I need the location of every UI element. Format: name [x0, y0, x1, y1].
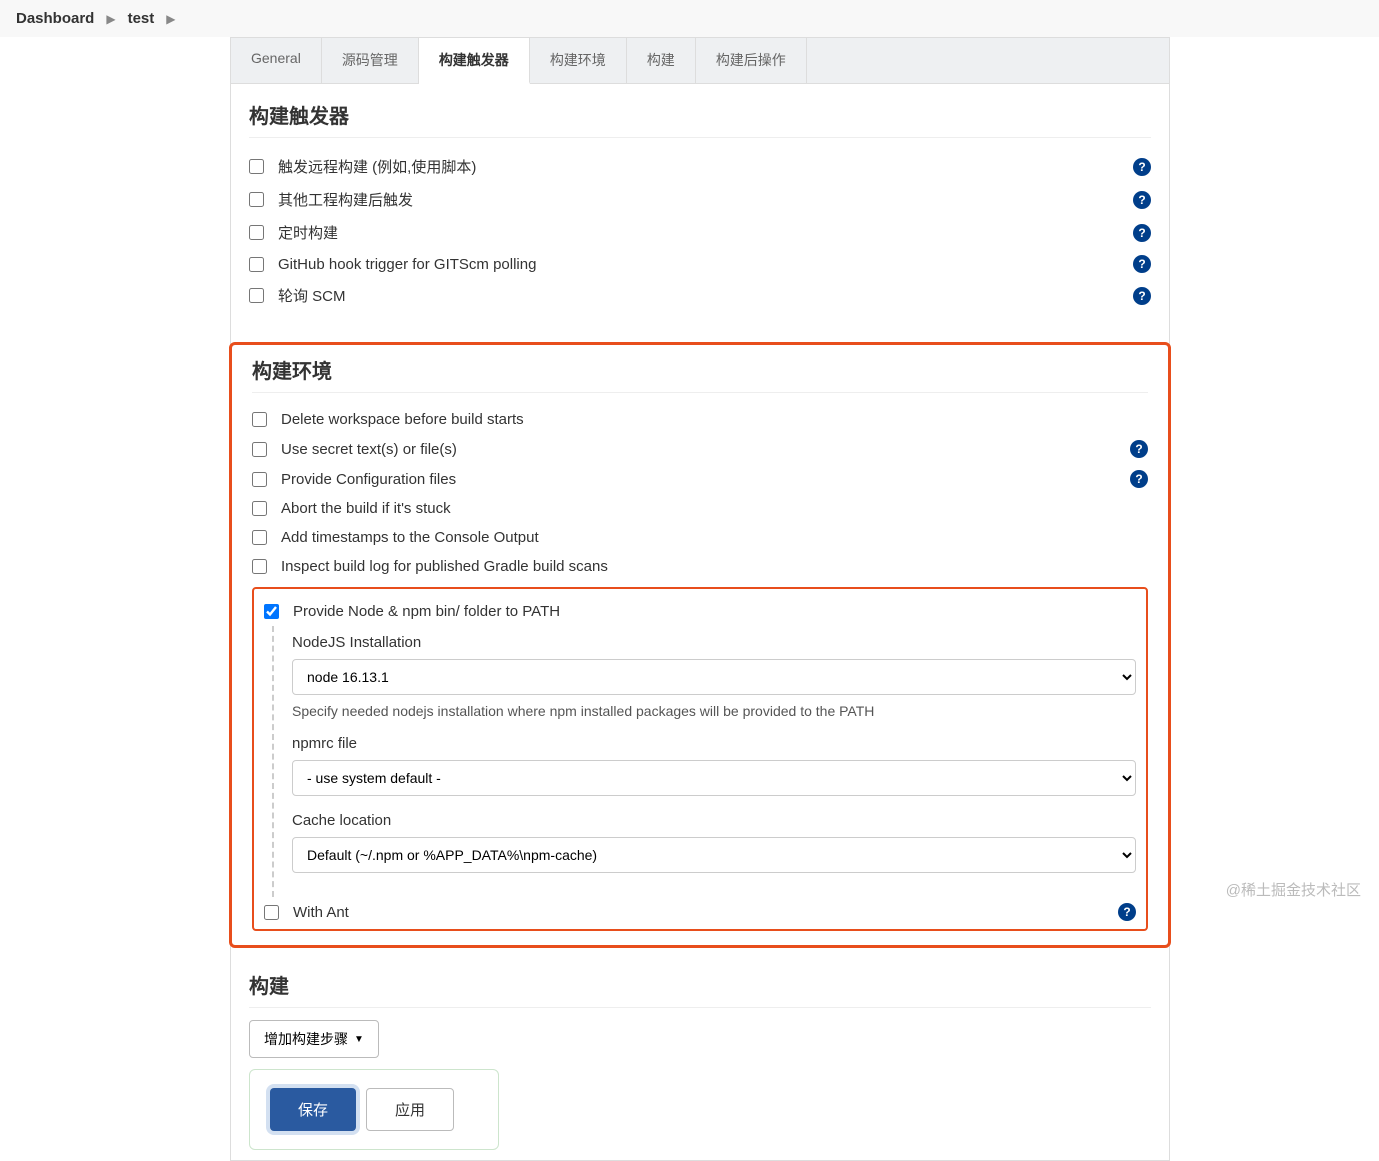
help-icon[interactable]: ?	[1133, 191, 1151, 209]
env-config-files-checkbox[interactable]	[252, 472, 267, 487]
help-icon[interactable]: ?	[1133, 287, 1151, 305]
trigger-poll-scm-label[interactable]: 轮询 SCM	[278, 285, 1133, 306]
nodejs-config: NodeJS Installation node 16.13.1 Specify…	[272, 626, 1136, 897]
npmrc-label: npmrc file	[292, 735, 1136, 752]
tab-build[interactable]: 构建	[627, 38, 696, 83]
help-icon[interactable]: ?	[1130, 440, 1148, 458]
env-with-ant-checkbox[interactable]	[264, 905, 279, 920]
env-secret-label[interactable]: Use secret text(s) or file(s)	[281, 441, 1130, 458]
tab-triggers[interactable]: 构建触发器	[419, 38, 530, 84]
trigger-poll-scm-checkbox[interactable]	[249, 288, 264, 303]
env-gradle-scan-label[interactable]: Inspect build log for published Gradle b…	[281, 558, 1148, 575]
tab-env[interactable]: 构建环境	[530, 38, 627, 83]
button-bar: 保存 应用	[249, 1069, 499, 1150]
triggers-title: 构建触发器	[249, 100, 1151, 138]
trigger-periodic-checkbox[interactable]	[249, 225, 264, 240]
tab-scm[interactable]: 源码管理	[322, 38, 419, 83]
help-icon[interactable]: ?	[1118, 903, 1136, 921]
env-delete-ws-label[interactable]: Delete workspace before build starts	[281, 411, 1148, 428]
env-gradle-scan-checkbox[interactable]	[252, 559, 267, 574]
trigger-remote-label[interactable]: 触发远程构建 (例如,使用脚本)	[278, 156, 1133, 177]
env-with-ant-label[interactable]: With Ant	[293, 904, 1118, 921]
trigger-after-other-label[interactable]: 其他工程构建后触发	[278, 189, 1133, 210]
watermark: @稀土掘金技术社区	[1226, 879, 1361, 900]
help-icon[interactable]: ?	[1130, 470, 1148, 488]
add-build-step-label: 增加构建步骤	[264, 1029, 348, 1049]
env-node-path-checkbox[interactable]	[264, 604, 279, 619]
env-node-path-label[interactable]: Provide Node & npm bin/ folder to PATH	[293, 603, 1136, 620]
env-node-highlight: Provide Node & npm bin/ folder to PATH N…	[252, 587, 1148, 931]
help-icon[interactable]: ?	[1133, 255, 1151, 273]
chevron-right-icon: ▶	[106, 12, 115, 26]
caret-down-icon: ▼	[354, 1034, 364, 1045]
env-abort-stuck-checkbox[interactable]	[252, 501, 267, 516]
nodejs-install-select[interactable]: node 16.13.1	[292, 659, 1136, 695]
env-delete-ws-checkbox[interactable]	[252, 412, 267, 427]
breadcrumb: Dashboard ▶ test ▶	[0, 0, 1379, 37]
config-panel: 构建触发器 触发远程构建 (例如,使用脚本) ? 其他工程构建后触发 ? 定时构…	[230, 83, 1170, 1161]
breadcrumb-job[interactable]: test	[128, 10, 155, 27]
env-title: 构建环境	[252, 355, 1148, 393]
env-timestamps-checkbox[interactable]	[252, 530, 267, 545]
build-title: 构建	[249, 970, 1151, 1008]
add-build-step-button[interactable]: 增加构建步骤 ▼	[249, 1020, 379, 1058]
env-secret-checkbox[interactable]	[252, 442, 267, 457]
cache-location-label: Cache location	[292, 812, 1136, 829]
help-icon[interactable]: ?	[1133, 224, 1151, 242]
save-button[interactable]: 保存	[270, 1088, 356, 1131]
nodejs-install-help: Specify needed nodejs installation where…	[292, 703, 1136, 719]
env-config-files-label[interactable]: Provide Configuration files	[281, 471, 1130, 488]
tab-post[interactable]: 构建后操作	[696, 38, 807, 83]
breadcrumb-dashboard[interactable]: Dashboard	[16, 10, 94, 27]
trigger-after-other-checkbox[interactable]	[249, 192, 264, 207]
env-highlight: 构建环境 Delete workspace before build start…	[229, 342, 1171, 948]
env-section: 构建环境 Delete workspace before build start…	[231, 322, 1169, 966]
trigger-remote-checkbox[interactable]	[249, 159, 264, 174]
trigger-github-hook-label[interactable]: GitHub hook trigger for GITScm polling	[278, 256, 1133, 273]
triggers-section: 构建触发器 触发远程构建 (例如,使用脚本) ? 其他工程构建后触发 ? 定时构…	[231, 84, 1169, 322]
config-tabs: General 源码管理 构建触发器 构建环境 构建 构建后操作	[230, 37, 1170, 83]
apply-button[interactable]: 应用	[366, 1088, 454, 1131]
trigger-periodic-label[interactable]: 定时构建	[278, 222, 1133, 243]
env-abort-stuck-label[interactable]: Abort the build if it's stuck	[281, 500, 1148, 517]
cache-location-select[interactable]: Default (~/.npm or %APP_DATA%\npm-cache)	[292, 837, 1136, 873]
trigger-github-hook-checkbox[interactable]	[249, 257, 264, 272]
chevron-right-icon: ▶	[166, 12, 175, 26]
npmrc-select[interactable]: - use system default -	[292, 760, 1136, 796]
tab-general[interactable]: General	[231, 38, 322, 83]
build-section: 构建 增加构建步骤 ▼ 构建后操作 保存 应用	[231, 966, 1169, 1160]
help-icon[interactable]: ?	[1133, 158, 1151, 176]
nodejs-install-label: NodeJS Installation	[292, 634, 1136, 651]
env-timestamps-label[interactable]: Add timestamps to the Console Output	[281, 529, 1148, 546]
